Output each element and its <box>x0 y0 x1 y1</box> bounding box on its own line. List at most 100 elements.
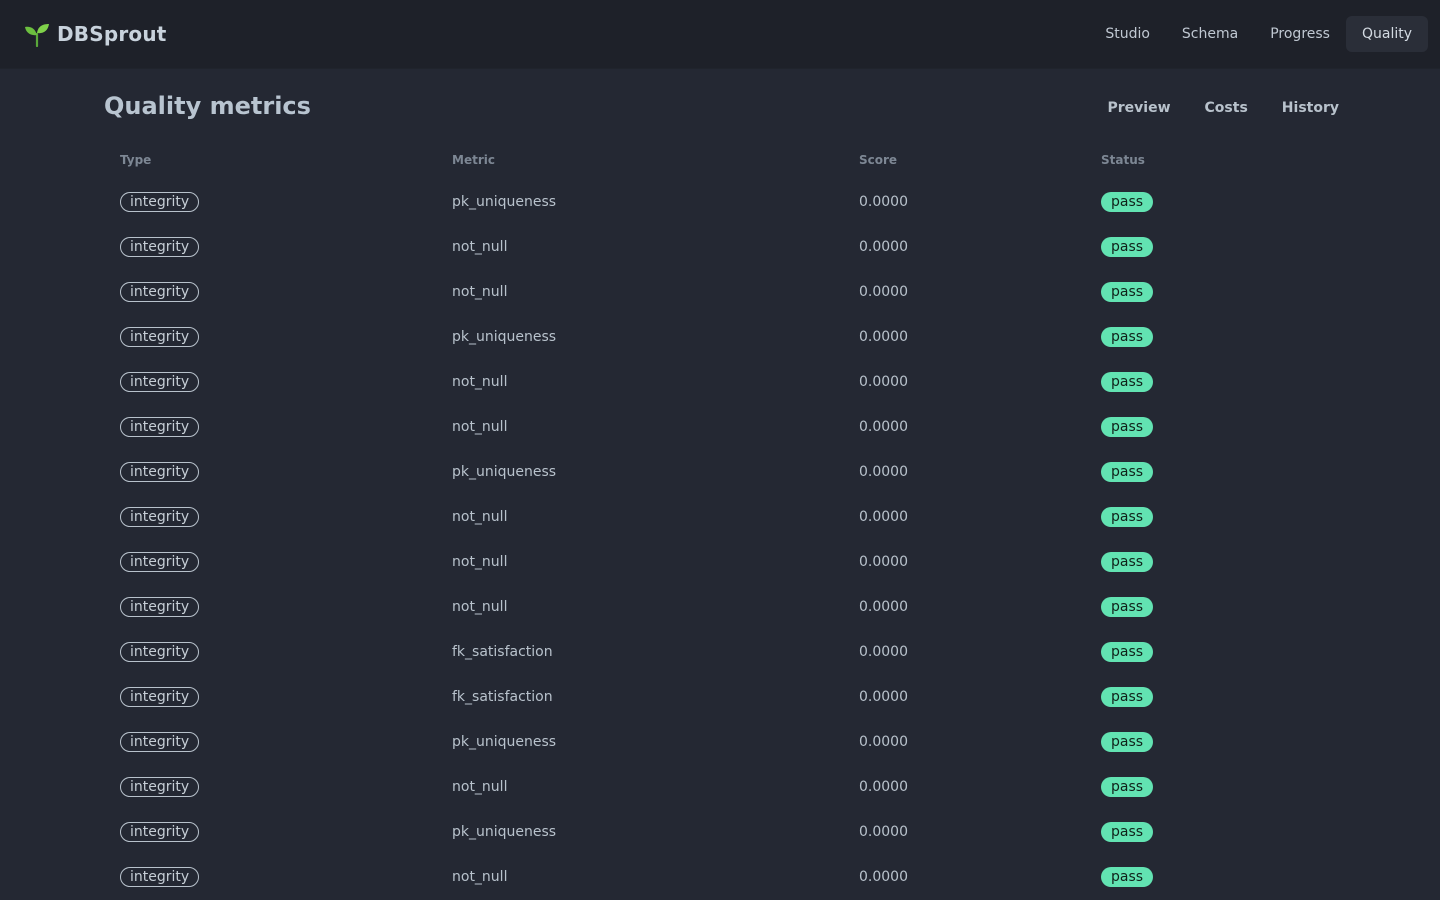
status-badge: pass <box>1101 372 1154 392</box>
nav-studio[interactable]: Studio <box>1089 16 1166 52</box>
status-cell: pass <box>1101 867 1154 888</box>
table-row[interactable]: integrity fk_satisfaction 0.0000 pass <box>104 675 1336 720</box>
score-cell: 0.0000 <box>859 509 908 525</box>
score-cell: 0.0000 <box>859 779 908 795</box>
score-cell: 0.0000 <box>859 599 908 615</box>
sub-nav: Preview Costs History <box>1074 98 1339 118</box>
type-badge: integrity <box>120 372 200 392</box>
metric-cell: not_null <box>452 374 508 390</box>
score-cell: 0.0000 <box>859 824 908 840</box>
status-cell: pass <box>1101 462 1154 483</box>
header-status[interactable]: Status <box>1101 153 1145 167</box>
type-cell: integrity <box>120 687 200 708</box>
type-cell: integrity <box>120 822 200 843</box>
table-row[interactable]: integrity not_null 0.0000 pass <box>104 855 1336 900</box>
type-cell: integrity <box>120 192 200 213</box>
table-row[interactable]: integrity not_null 0.0000 pass <box>104 270 1336 315</box>
score-cell: 0.0000 <box>859 689 908 705</box>
status-badge: pass <box>1101 597 1154 617</box>
score-cell: 0.0000 <box>859 554 908 570</box>
subnav-costs[interactable]: Costs <box>1205 98 1248 118</box>
type-badge: integrity <box>120 597 200 617</box>
nav-quality[interactable]: Quality <box>1345 16 1428 52</box>
type-cell: integrity <box>120 462 200 483</box>
metric-cell: not_null <box>452 239 508 255</box>
status-badge: pass <box>1101 327 1154 347</box>
table-row[interactable]: integrity pk_uniqueness 0.0000 pass <box>104 720 1336 765</box>
score-cell: 0.0000 <box>859 374 908 390</box>
type-badge: integrity <box>120 282 200 302</box>
table-row[interactable]: integrity pk_uniqueness 0.0000 pass <box>104 450 1336 495</box>
status-badge: pass <box>1101 192 1154 212</box>
status-cell: pass <box>1101 552 1154 573</box>
brand[interactable]: DBSprout <box>24 21 167 47</box>
type-cell: integrity <box>120 867 200 888</box>
table-row[interactable]: integrity pk_uniqueness 0.0000 pass <box>104 315 1336 360</box>
score-cell: 0.0000 <box>859 239 908 255</box>
type-cell: integrity <box>120 237 200 258</box>
metric-cell: not_null <box>452 284 508 300</box>
type-badge: integrity <box>120 822 200 842</box>
type-badge: integrity <box>120 327 200 347</box>
status-cell: pass <box>1101 822 1154 843</box>
table-body: integrity pk_uniqueness 0.0000 pass integrit… <box>104 180 1336 900</box>
status-badge: pass <box>1101 687 1154 707</box>
type-cell: integrity <box>120 597 200 618</box>
metric-cell: fk_satisfaction <box>452 689 553 705</box>
metric-cell: pk_uniqueness <box>452 734 557 750</box>
table-row[interactable]: integrity not_null 0.0000 pass <box>104 765 1336 810</box>
score-cell: 0.0000 <box>859 644 908 660</box>
type-cell: integrity <box>120 327 200 348</box>
metric-cell: not_null <box>452 779 508 795</box>
table-row[interactable]: integrity pk_uniqueness 0.0000 pass <box>104 810 1336 855</box>
table-row[interactable]: integrity fk_satisfaction 0.0000 pass <box>104 630 1336 675</box>
status-badge: pass <box>1101 507 1154 527</box>
metrics-table: Type Metric Score Status integrity pk_uni… <box>104 140 1336 900</box>
metric-cell: pk_uniqueness <box>452 329 557 345</box>
status-badge: pass <box>1101 462 1154 482</box>
status-cell: pass <box>1101 192 1154 213</box>
score-cell: 0.0000 <box>859 869 908 885</box>
score-cell: 0.0000 <box>859 284 908 300</box>
type-badge: integrity <box>120 687 200 707</box>
status-badge: pass <box>1101 732 1154 752</box>
metric-cell: not_null <box>452 869 508 885</box>
type-cell: integrity <box>120 552 200 573</box>
type-badge: integrity <box>120 867 200 887</box>
table-header: Type Metric Score Status <box>104 140 1336 180</box>
type-cell: integrity <box>120 417 200 438</box>
status-badge: pass <box>1101 822 1154 842</box>
table-row[interactable]: integrity not_null 0.0000 pass <box>104 585 1336 630</box>
nav-progress[interactable]: Progress <box>1254 16 1346 52</box>
status-cell: pass <box>1101 237 1154 258</box>
status-badge: pass <box>1101 867 1154 887</box>
type-badge: integrity <box>120 732 200 752</box>
status-cell: pass <box>1101 732 1154 753</box>
metric-cell: pk_uniqueness <box>452 194 557 210</box>
table-row[interactable]: integrity not_null 0.0000 pass <box>104 360 1336 405</box>
header-type[interactable]: Type <box>120 153 151 167</box>
status-cell: pass <box>1101 687 1154 708</box>
score-cell: 0.0000 <box>859 464 908 480</box>
status-cell: pass <box>1101 507 1154 528</box>
type-cell: integrity <box>120 282 200 303</box>
table-row[interactable]: integrity not_null 0.0000 pass <box>104 225 1336 270</box>
subnav-history[interactable]: History <box>1282 98 1339 118</box>
metric-cell: not_null <box>452 419 508 435</box>
table-row[interactable]: integrity not_null 0.0000 pass <box>104 540 1336 585</box>
type-cell: integrity <box>120 642 200 663</box>
header-score[interactable]: Score <box>859 153 897 167</box>
table-row[interactable]: integrity pk_uniqueness 0.0000 pass <box>104 180 1336 225</box>
nav-schema[interactable]: Schema <box>1166 16 1254 52</box>
type-cell: integrity <box>120 777 200 798</box>
status-cell: pass <box>1101 282 1154 303</box>
subnav-preview[interactable]: Preview <box>1108 98 1171 118</box>
type-badge: integrity <box>120 642 200 662</box>
status-cell: pass <box>1101 597 1154 618</box>
table-row[interactable]: integrity not_null 0.0000 pass <box>104 495 1336 540</box>
type-badge: integrity <box>120 777 200 797</box>
type-badge: integrity <box>120 462 200 482</box>
type-cell: integrity <box>120 732 200 753</box>
table-row[interactable]: integrity not_null 0.0000 pass <box>104 405 1336 450</box>
header-metric[interactable]: Metric <box>452 153 495 167</box>
